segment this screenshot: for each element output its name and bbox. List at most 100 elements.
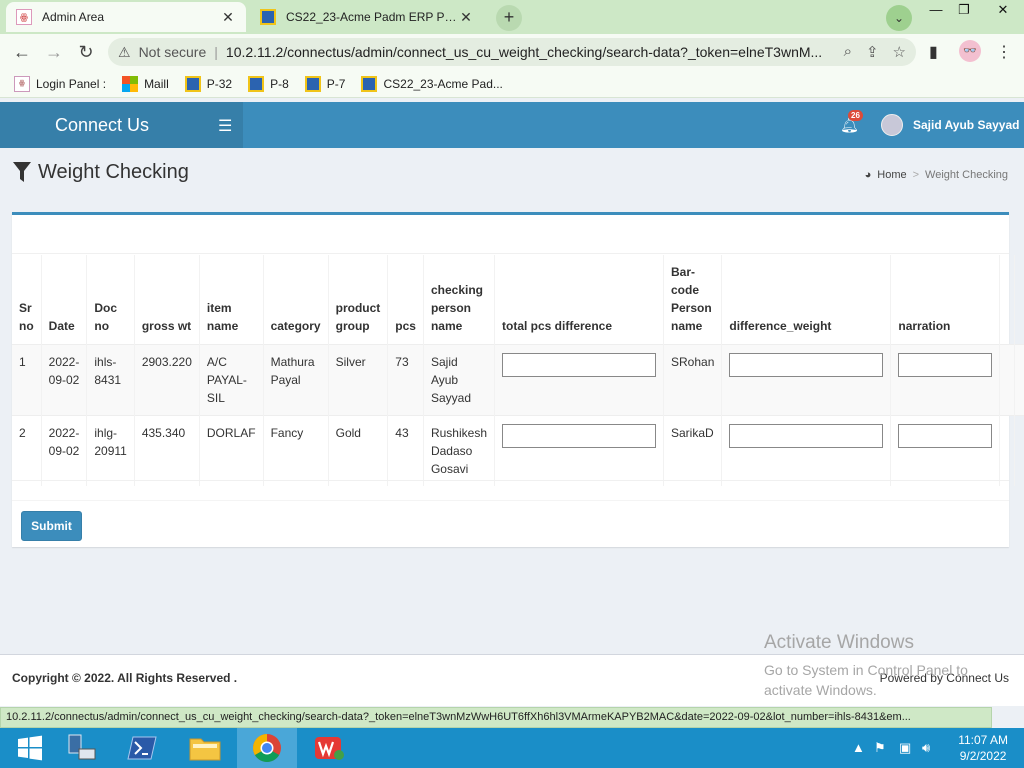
- narration-input[interactable]: [898, 424, 993, 448]
- divider: |: [214, 44, 218, 60]
- reload-icon[interactable]: ↻: [74, 40, 98, 64]
- url-text[interactable]: 10.2.11.2/connectus/admin/connect_us_cu_…: [226, 44, 834, 60]
- cell-difference-weight: [721, 344, 892, 416]
- narration-input[interactable]: [898, 353, 993, 377]
- minimize-button[interactable]: —: [922, 0, 950, 22]
- header-doc-no: Doc no: [86, 255, 135, 345]
- submit-button[interactable]: Submit: [21, 511, 82, 541]
- tab-search-icon[interactable]: ⌄: [886, 5, 912, 31]
- site-logo-icon: ꙮ: [14, 75, 30, 92]
- page-title-wrap: Weight Checking: [12, 160, 189, 184]
- breadcrumb-home[interactable]: Home: [877, 169, 906, 181]
- browser-toolbar: ← → ↻ ⚠ Not secure | 10.2.11.2/connectus…: [0, 34, 1024, 70]
- show-hidden-icons[interactable]: ▲: [852, 740, 865, 755]
- total-pcs-difference-input[interactable]: [502, 424, 656, 448]
- back-icon[interactable]: ←: [10, 40, 34, 64]
- taskbar-file-explorer[interactable]: [175, 728, 235, 768]
- cell-total-pcs-difference: [494, 344, 664, 416]
- volume-icon[interactable]: 🔊︎: [922, 740, 930, 756]
- menu-kebab-icon[interactable]: ⋮: [996, 42, 1012, 62]
- warning-icon[interactable]: ⚠: [118, 44, 131, 61]
- zoom-icon[interactable]: ⌕: [844, 43, 852, 61]
- start-button[interactable]: [0, 728, 60, 768]
- close-window-button[interactable]: ✕: [985, 0, 1021, 22]
- cell-date: 2022-09-02: [41, 344, 88, 416]
- cell-narration: [890, 344, 1001, 416]
- header-total-pcs-difference: total pcs difference: [494, 255, 664, 345]
- difference-weight-input[interactable]: [729, 353, 884, 377]
- bookmark-label: Maill: [144, 76, 169, 91]
- bookmark-p32[interactable]: P-32: [184, 75, 233, 92]
- bookmark-p7[interactable]: P-7: [304, 75, 345, 92]
- cell-item-name: DORLAF: [199, 415, 264, 486]
- profile-icon[interactable]: 👓: [959, 40, 981, 62]
- header-narration: narration: [890, 255, 1001, 345]
- folder-icon: [189, 738, 221, 761]
- cell-sr-no: 1: [12, 344, 42, 416]
- cell-pcs: 43: [387, 415, 424, 486]
- watermark-title: Activate Windows: [764, 632, 914, 653]
- cell-barcode-person: SRohan: [663, 344, 723, 416]
- filter-icon: [13, 162, 31, 182]
- taskbar-chrome[interactable]: [237, 728, 297, 768]
- activate-windows-watermark: Activate Windows Go to System in Control…: [764, 632, 1004, 700]
- bookmark-mail[interactable]: Maill: [122, 75, 169, 92]
- weight-checking-table: Sr no Date Doc no gross wt item name cat…: [12, 255, 1024, 486]
- cell-checking-person: Sajid Ayub Sayyad: [423, 344, 496, 416]
- taskbar-wps[interactable]: [299, 728, 359, 768]
- dashboard-icon: ◕: [864, 169, 872, 181]
- clock-date: 9/2/2022: [959, 749, 1007, 763]
- close-tab-icon[interactable]: ✕: [220, 9, 236, 26]
- erp-icon: [184, 75, 201, 92]
- cell-difference-weight: [721, 415, 892, 486]
- difference-weight-input[interactable]: [729, 424, 884, 448]
- share-icon[interactable]: ⇪: [866, 43, 879, 61]
- notification-badge: 26: [848, 110, 863, 121]
- header-pcs: pcs: [387, 255, 424, 345]
- header-date: Date: [41, 255, 88, 345]
- windows-logo-icon: [18, 735, 42, 761]
- bookmark-label: CS22_23-Acme Pad...: [383, 76, 503, 91]
- flag-icon[interactable]: ⚑: [874, 740, 886, 756]
- security-label: Not secure: [138, 44, 207, 60]
- server-manager-icon: [68, 734, 96, 760]
- tab-title: CS22_23-Acme Padm ERP Platfo: [286, 10, 458, 24]
- bookmark-label: P-32: [206, 76, 233, 91]
- restore-button[interactable]: ❐: [950, 0, 978, 22]
- cell-product-group: Silver: [328, 344, 389, 416]
- bookmark-star-icon[interactable]: ☆: [893, 43, 906, 61]
- tab-admin-area[interactable]: ꙮ Admin Area ✕: [6, 2, 246, 32]
- address-bar[interactable]: ⚠ Not secure | 10.2.11.2/connectus/admin…: [108, 38, 916, 66]
- sidebar-toggle-icon[interactable]: ☰: [218, 116, 232, 136]
- side-panel-icon[interactable]: ▮: [929, 42, 938, 62]
- forward-icon[interactable]: →: [42, 40, 66, 64]
- avatar[interactable]: [881, 114, 903, 136]
- bookmark-erp[interactable]: CS22_23-Acme Pad...: [361, 75, 503, 92]
- header-barcode-person: Bar-code Person name: [663, 255, 723, 345]
- bookmark-p8[interactable]: P-8: [248, 75, 289, 92]
- cell-category: Mathura Payal: [263, 344, 329, 416]
- brand-logo[interactable]: Connect Us: [0, 102, 243, 148]
- tab-title: Admin Area: [42, 10, 105, 24]
- taskbar-clock[interactable]: 11:07 AM 9/2/2022: [958, 732, 1008, 764]
- taskbar-network-app[interactable]: [52, 728, 112, 768]
- chrome-icon: [253, 734, 281, 762]
- total-pcs-difference-input[interactable]: [502, 353, 656, 377]
- network-icon[interactable]: ▣: [899, 740, 911, 756]
- cell-doc-no: ihls-8431: [86, 344, 135, 416]
- header-gross-wt: gross wt: [134, 255, 200, 345]
- user-name[interactable]: Sajid Ayub Sayyad: [913, 102, 1019, 148]
- new-tab-button[interactable]: +: [496, 5, 522, 31]
- tab-erp[interactable]: CS22_23-Acme Padm ERP Platfo ✕: [250, 2, 484, 32]
- cell-gross-wt: 2903.220: [134, 344, 200, 416]
- cell-checking-person: Rushikesh Dadaso Gosavi: [423, 415, 496, 486]
- cell-pcs: 73: [387, 344, 424, 416]
- cell-gross-wt: 435.340: [134, 415, 200, 486]
- taskbar-powershell[interactable]: [112, 728, 172, 768]
- cell-total-pcs-difference: [494, 415, 664, 486]
- close-tab-icon[interactable]: ✕: [458, 9, 474, 26]
- bookmark-login-panel[interactable]: ꙮ Login Panel :: [14, 75, 106, 92]
- cell-doc-no: ihlg-20911: [86, 415, 135, 486]
- erp-icon: [361, 75, 378, 92]
- header-category: category: [263, 255, 329, 345]
